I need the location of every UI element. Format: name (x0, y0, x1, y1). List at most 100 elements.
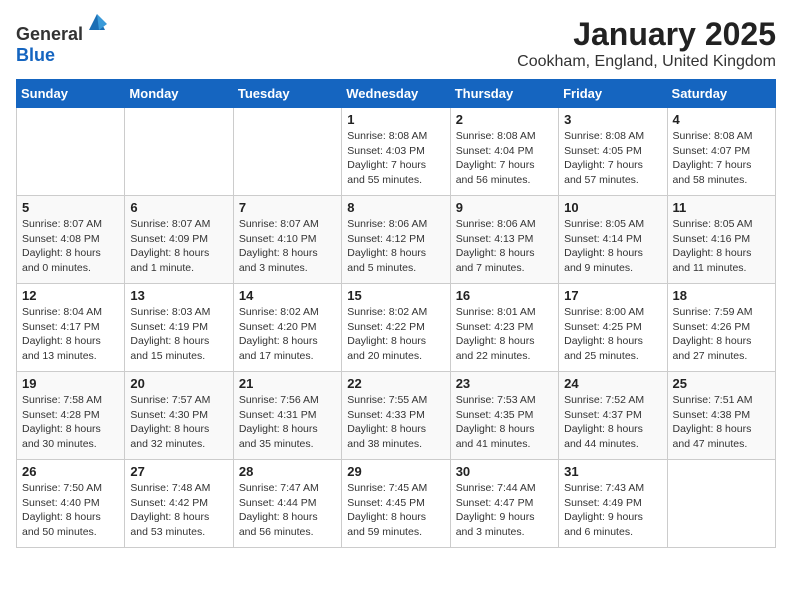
day-number: 14 (239, 288, 336, 303)
calendar-cell (17, 108, 125, 196)
day-info: Sunrise: 8:05 AM Sunset: 4:14 PM Dayligh… (564, 217, 661, 276)
day-info: Sunrise: 7:51 AM Sunset: 4:38 PM Dayligh… (673, 393, 770, 452)
day-number: 5 (22, 200, 119, 215)
day-info: Sunrise: 7:43 AM Sunset: 4:49 PM Dayligh… (564, 481, 661, 540)
calendar-cell: 10Sunrise: 8:05 AM Sunset: 4:14 PM Dayli… (559, 196, 667, 284)
day-number: 25 (673, 376, 770, 391)
day-info: Sunrise: 7:50 AM Sunset: 4:40 PM Dayligh… (22, 481, 119, 540)
calendar-cell (233, 108, 341, 196)
day-number: 8 (347, 200, 444, 215)
header: General Blue January 2025 Cookham, Engla… (16, 16, 776, 71)
week-row-4: 19 Sunrise: 7:58 AM Sunset: 4:28 PM Dayli… (17, 372, 776, 460)
calendar-cell: 16 Sunrise: 8:01 AM Sunset: 4:23 PM Dayli… (450, 284, 558, 372)
day-info: Sunrise: 7:56 AM Sunset: 4:31 PM Dayligh… (239, 393, 336, 452)
logo-general: General (16, 24, 83, 44)
day-number: 18 (673, 288, 770, 303)
calendar-cell: 4Sunrise: 8:08 AM Sunset: 4:07 PM Daylig… (667, 108, 775, 196)
logo-icon (85, 12, 109, 36)
week-row-2: 5 Sunrise: 8:07 AM Sunset: 4:08 PM Daylig… (17, 196, 776, 284)
day-header-sunday: Sunday (17, 80, 125, 108)
calendar-cell: 7 Sunrise: 8:07 AM Sunset: 4:10 PM Daylig… (233, 196, 341, 284)
day-info: Sunrise: 7:44 AM Sunset: 4:47 PM Dayligh… (456, 481, 553, 540)
month-title: January 2025 (517, 16, 776, 53)
calendar-cell: 6 Sunrise: 8:07 AM Sunset: 4:09 PM Daylig… (125, 196, 233, 284)
title-area: January 2025 Cookham, England, United Ki… (517, 16, 776, 71)
day-info: Sunrise: 7:59 AM Sunset: 4:26 PM Dayligh… (673, 305, 770, 364)
day-header-saturday: Saturday (667, 80, 775, 108)
day-number: 9 (456, 200, 553, 215)
day-info: Sunrise: 8:04 AM Sunset: 4:17 PM Dayligh… (22, 305, 119, 364)
calendar-cell: 22 Sunrise: 7:55 AM Sunset: 4:33 PM Dayli… (342, 372, 450, 460)
day-number: 2 (456, 112, 553, 127)
day-number: 11 (673, 200, 770, 215)
day-number: 22 (347, 376, 444, 391)
logo: General Blue (16, 16, 109, 66)
day-number: 16 (456, 288, 553, 303)
day-info: Sunrise: 8:06 AM Sunset: 4:12 PM Dayligh… (347, 217, 444, 276)
logo-text: General Blue (16, 16, 109, 66)
day-info: Sunrise: 7:53 AM Sunset: 4:35 PM Dayligh… (456, 393, 553, 452)
day-header-monday: Monday (125, 80, 233, 108)
day-info: Sunrise: 8:08 AM Sunset: 4:03 PM Dayligh… (347, 129, 444, 188)
calendar-cell: 24Sunrise: 7:52 AM Sunset: 4:37 PM Dayli… (559, 372, 667, 460)
day-number: 26 (22, 464, 119, 479)
calendar-cell: 31 Sunrise: 7:43 AM Sunset: 4:49 PM Dayli… (559, 460, 667, 548)
calendar-cell: 14Sunrise: 8:02 AM Sunset: 4:20 PM Dayli… (233, 284, 341, 372)
day-info: Sunrise: 7:52 AM Sunset: 4:37 PM Dayligh… (564, 393, 661, 452)
calendar-cell: 19 Sunrise: 7:58 AM Sunset: 4:28 PM Dayli… (17, 372, 125, 460)
day-number: 12 (22, 288, 119, 303)
day-info: Sunrise: 8:08 AM Sunset: 4:07 PM Dayligh… (673, 129, 770, 188)
day-number: 3 (564, 112, 661, 127)
day-info: Sunrise: 8:07 AM Sunset: 4:08 PM Dayligh… (22, 217, 119, 276)
day-info: Sunrise: 7:47 AM Sunset: 4:44 PM Dayligh… (239, 481, 336, 540)
day-header-wednesday: Wednesday (342, 80, 450, 108)
calendar-cell: 5 Sunrise: 8:07 AM Sunset: 4:08 PM Daylig… (17, 196, 125, 284)
day-number: 19 (22, 376, 119, 391)
day-info: Sunrise: 8:05 AM Sunset: 4:16 PM Dayligh… (673, 217, 770, 276)
day-info: Sunrise: 8:06 AM Sunset: 4:13 PM Dayligh… (456, 217, 553, 276)
day-number: 7 (239, 200, 336, 215)
day-number: 13 (130, 288, 227, 303)
day-number: 17 (564, 288, 661, 303)
day-number: 23 (456, 376, 553, 391)
day-number: 20 (130, 376, 227, 391)
day-info: Sunrise: 7:57 AM Sunset: 4:30 PM Dayligh… (130, 393, 227, 452)
calendar-cell: 18 Sunrise: 7:59 AM Sunset: 4:26 PM Dayli… (667, 284, 775, 372)
calendar-cell: 28 Sunrise: 7:47 AM Sunset: 4:44 PM Dayli… (233, 460, 341, 548)
calendar-cell: 15Sunrise: 8:02 AM Sunset: 4:22 PM Dayli… (342, 284, 450, 372)
week-row-5: 26 Sunrise: 7:50 AM Sunset: 4:40 PM Dayli… (17, 460, 776, 548)
calendar-cell: 25 Sunrise: 7:51 AM Sunset: 4:38 PM Dayli… (667, 372, 775, 460)
calendar-cell: 21 Sunrise: 7:56 AM Sunset: 4:31 PM Dayli… (233, 372, 341, 460)
day-number: 28 (239, 464, 336, 479)
day-header-tuesday: Tuesday (233, 80, 341, 108)
day-info: Sunrise: 7:55 AM Sunset: 4:33 PM Dayligh… (347, 393, 444, 452)
day-number: 21 (239, 376, 336, 391)
calendar-cell: 20 Sunrise: 7:57 AM Sunset: 4:30 PM Dayli… (125, 372, 233, 460)
day-number: 1 (347, 112, 444, 127)
day-number: 27 (130, 464, 227, 479)
calendar-cell: 2Sunrise: 8:08 AM Sunset: 4:04 PM Daylig… (450, 108, 558, 196)
day-number: 30 (456, 464, 553, 479)
day-info: Sunrise: 8:00 AM Sunset: 4:25 PM Dayligh… (564, 305, 661, 364)
day-header-friday: Friday (559, 80, 667, 108)
calendar-cell: 23 Sunrise: 7:53 AM Sunset: 4:35 PM Dayli… (450, 372, 558, 460)
calendar-cell: 13 Sunrise: 8:03 AM Sunset: 4:19 PM Dayli… (125, 284, 233, 372)
day-info: Sunrise: 7:48 AM Sunset: 4:42 PM Dayligh… (130, 481, 227, 540)
calendar-cell: 29Sunrise: 7:45 AM Sunset: 4:45 PM Dayli… (342, 460, 450, 548)
day-info: Sunrise: 8:01 AM Sunset: 4:23 PM Dayligh… (456, 305, 553, 364)
calendar-cell: 11 Sunrise: 8:05 AM Sunset: 4:16 PM Dayli… (667, 196, 775, 284)
week-row-1: 1 Sunrise: 8:08 AM Sunset: 4:03 PM Daylig… (17, 108, 776, 196)
week-row-3: 12 Sunrise: 8:04 AM Sunset: 4:17 PM Dayli… (17, 284, 776, 372)
calendar-cell: 9 Sunrise: 8:06 AM Sunset: 4:13 PM Daylig… (450, 196, 558, 284)
logo-blue: Blue (16, 45, 55, 65)
day-info: Sunrise: 7:58 AM Sunset: 4:28 PM Dayligh… (22, 393, 119, 452)
days-header-row: SundayMondayTuesdayWednesdayThursdayFrid… (17, 80, 776, 108)
day-number: 31 (564, 464, 661, 479)
calendar-cell: 27 Sunrise: 7:48 AM Sunset: 4:42 PM Dayli… (125, 460, 233, 548)
day-info: Sunrise: 8:07 AM Sunset: 4:10 PM Dayligh… (239, 217, 336, 276)
day-number: 6 (130, 200, 227, 215)
day-info: Sunrise: 8:03 AM Sunset: 4:19 PM Dayligh… (130, 305, 227, 364)
day-number: 15 (347, 288, 444, 303)
calendar-cell: 26 Sunrise: 7:50 AM Sunset: 4:40 PM Dayli… (17, 460, 125, 548)
day-info: Sunrise: 8:07 AM Sunset: 4:09 PM Dayligh… (130, 217, 227, 276)
